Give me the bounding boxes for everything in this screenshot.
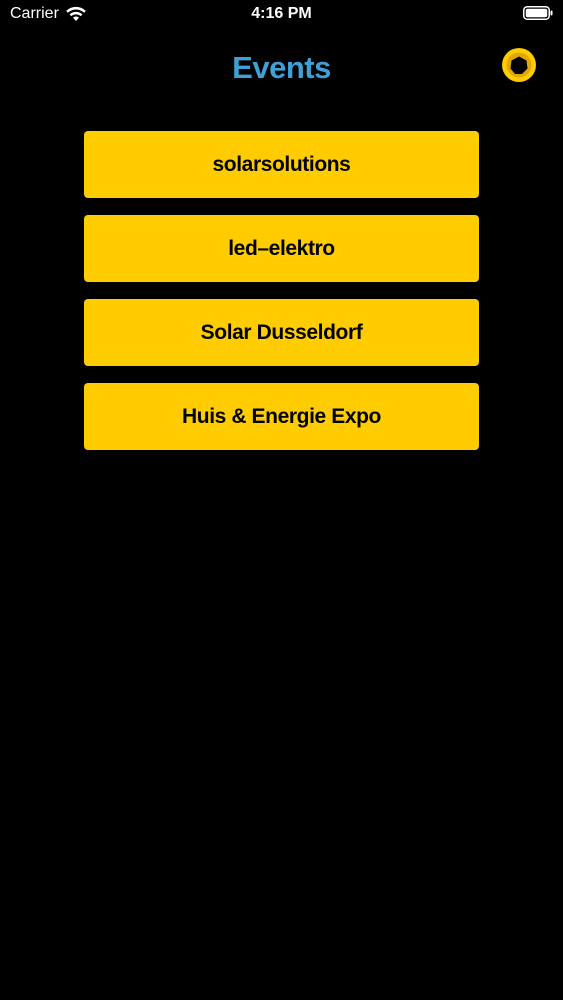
page-title: Events — [232, 50, 331, 85]
settings-button[interactable] — [499, 45, 539, 85]
event-button-label: led–elektro — [228, 236, 335, 260]
status-bar: Carrier 4:16 PM — [0, 0, 563, 30]
event-button-led-elektro[interactable]: led–elektro — [84, 215, 479, 282]
event-button-label: Solar Dusseldorf — [200, 320, 363, 344]
event-button-solar-dusseldorf[interactable]: Solar Dusseldorf — [84, 299, 479, 366]
battery-icon — [523, 6, 553, 20]
status-time: 4:16 PM — [251, 5, 312, 22]
event-button-label: Huis & Energie Expo — [182, 404, 381, 428]
gear-icon — [502, 48, 536, 82]
event-list: solarsolutions led–elektro Solar Dusseld… — [84, 131, 479, 467]
event-button-label: solarsolutions — [212, 152, 351, 176]
event-button-solarsolutions[interactable]: solarsolutions — [84, 131, 479, 198]
event-button-huis-energie-expo[interactable]: Huis & Energie Expo — [84, 383, 479, 450]
